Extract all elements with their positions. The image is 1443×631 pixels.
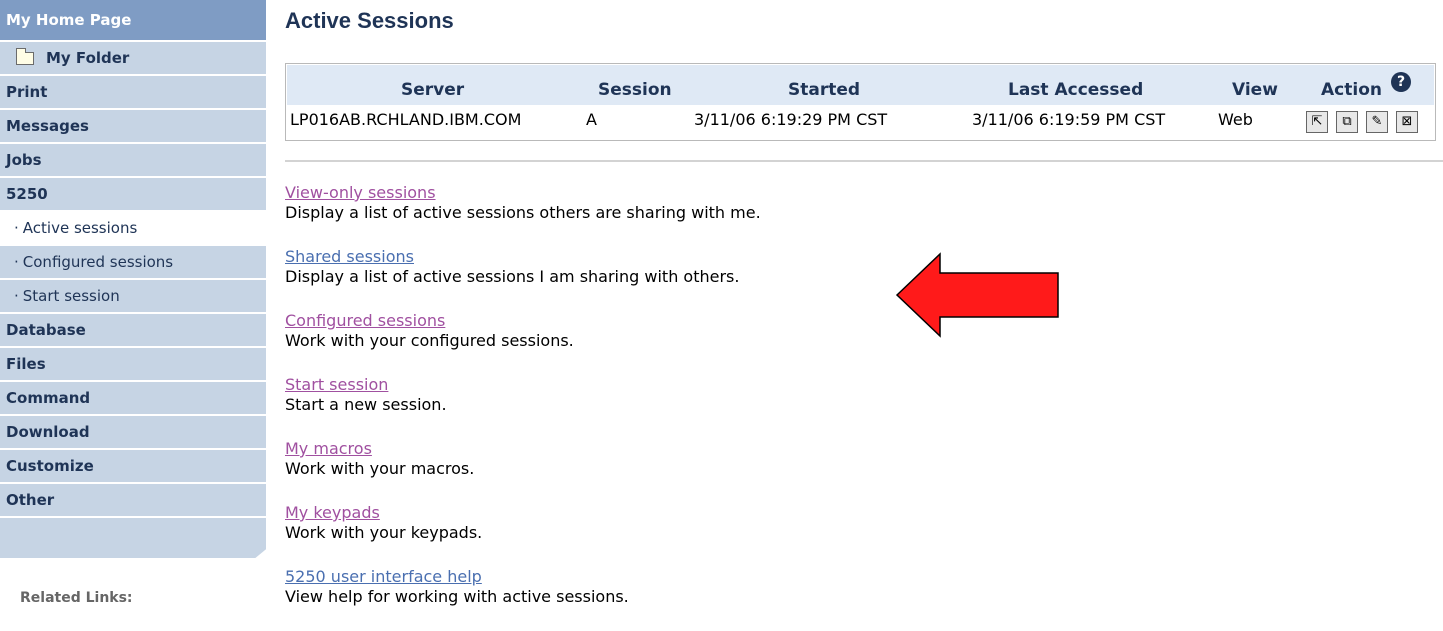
related-links-heading: Related Links: bbox=[20, 590, 133, 606]
nav-sub-configured-sessions[interactable]: · Configured sessions bbox=[0, 246, 266, 278]
link-view-only-sessions[interactable]: View-only sessions bbox=[285, 183, 436, 203]
cell-last-accessed: 3/11/06 6:19:59 PM CST bbox=[972, 110, 1166, 129]
share-session-icon[interactable]: ⧉ bbox=[1336, 111, 1358, 133]
nav-5250[interactable]: 5250 bbox=[0, 178, 266, 210]
nav-my-folder-label: My Folder bbox=[46, 49, 130, 67]
nav-sub-active-sessions[interactable]: · Active sessions bbox=[0, 212, 266, 244]
nav-jobs-label: Jobs bbox=[6, 151, 42, 169]
nav-my-home-page[interactable]: My Home Page bbox=[0, 0, 266, 40]
cell-session: A bbox=[586, 110, 597, 129]
column-header-started: Started bbox=[788, 80, 861, 100]
link-list: View-only sessions Display a list of act… bbox=[285, 183, 761, 631]
nav-database[interactable]: Database bbox=[0, 314, 266, 346]
cell-server: LP016AB.RCHLAND.IBM.COM bbox=[290, 110, 522, 129]
stop-session-icon[interactable]: ⊠ bbox=[1396, 111, 1418, 133]
open-session-icon[interactable]: ⇱ bbox=[1306, 111, 1328, 133]
nav-other[interactable]: Other bbox=[0, 484, 266, 516]
nav-messages[interactable]: Messages bbox=[0, 110, 266, 142]
nav-print-label: Print bbox=[6, 83, 48, 101]
nav-download[interactable]: Download bbox=[0, 416, 266, 448]
nav-footer-spacer bbox=[0, 518, 266, 558]
cell-started: 3/11/06 6:19:29 PM CST bbox=[694, 110, 888, 129]
nav-command-label: Command bbox=[6, 389, 91, 407]
nav-download-label: Download bbox=[6, 423, 90, 441]
folder-icon bbox=[16, 47, 34, 65]
nav-5250-label: 5250 bbox=[6, 185, 48, 203]
link-item-macros: My macros Work with your macros. bbox=[285, 439, 761, 503]
column-header-last-accessed: Last Accessed bbox=[1008, 80, 1144, 100]
link-description: Work with your keypads. bbox=[285, 523, 483, 542]
link-item-start: Start session Start a new session. bbox=[285, 375, 761, 439]
sessions-table: Server Session Started Last Accessed Vie… bbox=[285, 63, 1436, 141]
link-description: Start a new session. bbox=[285, 395, 447, 414]
nav-files[interactable]: Files bbox=[0, 348, 266, 380]
nav-command[interactable]: Command bbox=[0, 382, 266, 414]
nav-messages-label: Messages bbox=[6, 117, 89, 135]
nav-customize[interactable]: Customize bbox=[0, 450, 266, 482]
divider bbox=[285, 160, 1443, 162]
link-item-help: 5250 user interface help View help for w… bbox=[285, 567, 761, 631]
link-description: Work with your macros. bbox=[285, 459, 475, 478]
link-description: Display a list of active sessions others… bbox=[285, 203, 761, 222]
nav-database-label: Database bbox=[6, 321, 86, 339]
column-header-view: View bbox=[1232, 80, 1278, 100]
link-description: Work with your configured sessions. bbox=[285, 331, 574, 350]
nav-other-label: Other bbox=[6, 491, 55, 509]
red-arrow-icon bbox=[895, 252, 1059, 338]
column-header-action: Action bbox=[1321, 80, 1382, 100]
bullet-icon: · bbox=[14, 287, 19, 305]
bullet-icon: · bbox=[14, 253, 19, 271]
nav-files-label: Files bbox=[6, 355, 46, 373]
link-item-keypads: My keypads Work with your keypads. bbox=[285, 503, 761, 567]
edit-session-icon[interactable]: ✎ bbox=[1366, 111, 1388, 133]
link-5250-ui-help[interactable]: 5250 user interface help bbox=[285, 567, 482, 587]
column-header-session: Session bbox=[598, 80, 672, 100]
nav-customize-label: Customize bbox=[6, 457, 94, 475]
link-description: Display a list of active sessions I am s… bbox=[285, 267, 740, 286]
bullet-icon: · bbox=[14, 219, 19, 237]
nav-sub-start-session-label: Start session bbox=[22, 287, 120, 305]
nav-sub-start-session[interactable]: · Start session bbox=[0, 280, 266, 312]
link-my-macros[interactable]: My macros bbox=[285, 439, 372, 459]
nav-jobs[interactable]: Jobs bbox=[0, 144, 266, 176]
page-title: Active Sessions bbox=[285, 8, 454, 33]
sidebar: My Home Page My Folder Print Messages Jo… bbox=[0, 0, 266, 606]
cell-view: Web bbox=[1218, 110, 1253, 129]
link-item-shared: Shared sessions Display a list of active… bbox=[285, 247, 761, 311]
link-my-keypads[interactable]: My keypads bbox=[285, 503, 380, 523]
link-start-session[interactable]: Start session bbox=[285, 375, 388, 395]
link-configured-sessions[interactable]: Configured sessions bbox=[285, 311, 445, 331]
link-shared-sessions[interactable]: Shared sessions bbox=[285, 247, 414, 267]
nav-my-home-page-label: My Home Page bbox=[6, 11, 132, 29]
link-item-view-only: View-only sessions Display a list of act… bbox=[285, 183, 761, 247]
nav-sub-configured-sessions-label: Configured sessions bbox=[22, 253, 174, 271]
link-description: View help for working with active sessio… bbox=[285, 587, 629, 606]
help-icon[interactable]: ? bbox=[1391, 72, 1411, 92]
link-item-configured: Configured sessions Work with your confi… bbox=[285, 311, 761, 375]
nav-print[interactable]: Print bbox=[0, 76, 266, 108]
column-header-server: Server bbox=[401, 80, 465, 100]
nav-sub-active-sessions-label: Active sessions bbox=[22, 219, 138, 237]
nav-my-folder[interactable]: My Folder bbox=[0, 42, 266, 74]
